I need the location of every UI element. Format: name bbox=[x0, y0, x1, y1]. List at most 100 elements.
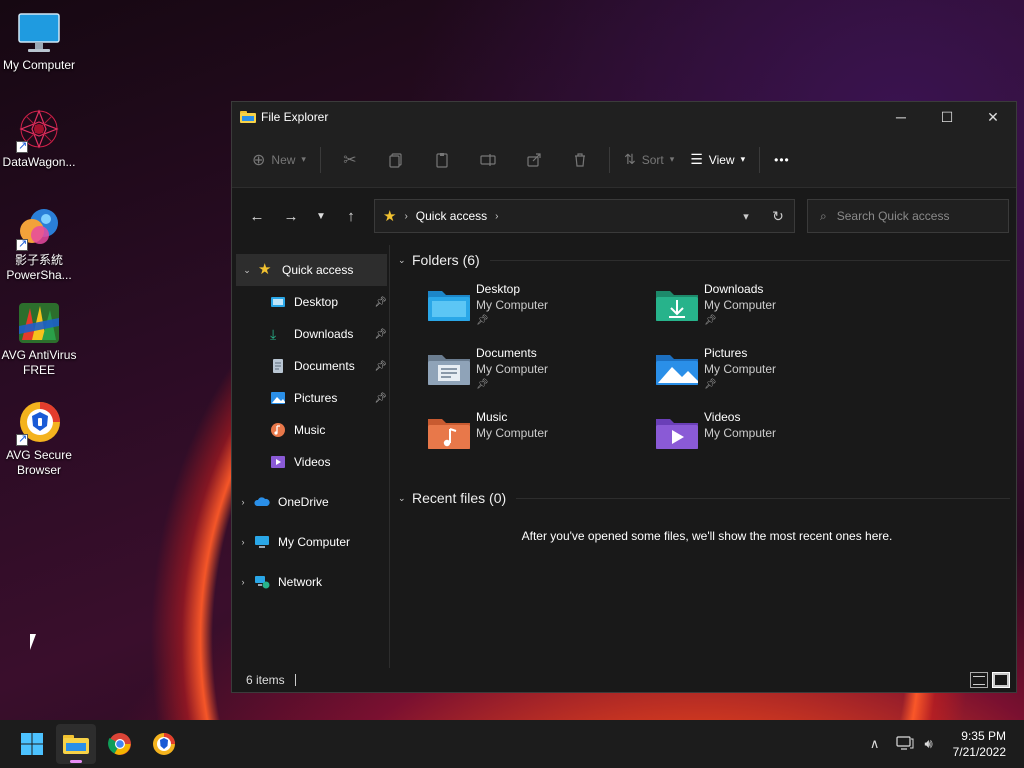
view-button[interactable]: ☰ View ▾ bbox=[682, 144, 753, 176]
search-input[interactable] bbox=[836, 209, 987, 223]
document-icon bbox=[270, 358, 286, 374]
sidebar-item-pictures[interactable]: Pictures 📌︎ bbox=[232, 382, 389, 414]
sidebar-item-network[interactable]: › Network bbox=[232, 566, 389, 598]
start-button[interactable] bbox=[12, 724, 52, 764]
rename-button[interactable] bbox=[465, 144, 511, 176]
clock-time: 9:35 PM bbox=[961, 729, 1006, 743]
picture-icon bbox=[270, 390, 286, 406]
chevron-right-icon[interactable]: › bbox=[232, 497, 254, 507]
copy-button[interactable] bbox=[373, 144, 419, 176]
desktop-icon-avg-browser[interactable]: AVG Secure Browser bbox=[0, 400, 78, 478]
see-more-button[interactable]: ••• bbox=[766, 144, 798, 176]
toolbar-separator bbox=[759, 146, 761, 173]
folder-location: My Computer bbox=[704, 298, 777, 312]
folder-name: Desktop bbox=[476, 282, 521, 296]
volume-icon[interactable]: 🔊︎ bbox=[917, 736, 941, 752]
minimize-button[interactable]: ─ bbox=[878, 102, 924, 132]
sort-icon: ⇅ bbox=[623, 151, 636, 167]
desktop-icon-my-computer[interactable]: My Computer bbox=[0, 10, 78, 73]
toolbar-separator bbox=[608, 146, 610, 173]
close-button[interactable]: ✕ bbox=[970, 102, 1016, 132]
taskbar-clock[interactable]: 9:35 PM 7/21/2022 bbox=[953, 728, 1006, 760]
chevron-right-icon[interactable]: › bbox=[495, 211, 498, 222]
documents-folder-icon bbox=[426, 349, 472, 389]
folder-tile-documents[interactable]: Documents My Computer 📌︎ bbox=[426, 341, 654, 405]
pin-icon: 📌︎ bbox=[704, 315, 717, 326]
sort-button[interactable]: ⇅ Sort ▾ bbox=[616, 144, 682, 176]
large-icons-view-button[interactable] bbox=[992, 672, 1010, 688]
share-button[interactable] bbox=[511, 144, 557, 176]
status-bar: 6 items bbox=[232, 668, 1016, 692]
folder-name: Documents bbox=[476, 346, 537, 360]
folders-grid: Desktop My Computer 📌︎ Downloads My Comp… bbox=[426, 277, 1016, 469]
network-status-icon[interactable] bbox=[893, 735, 917, 754]
folders-section-header[interactable]: ⌄ Folders (6) bbox=[398, 245, 1016, 275]
desktop-icon-avg-antivirus[interactable]: AVG AntiVirus FREE bbox=[0, 300, 78, 378]
datawagon-icon bbox=[16, 107, 62, 153]
refresh-button[interactable]: ↻ bbox=[762, 208, 794, 225]
back-button[interactable]: ← bbox=[240, 201, 274, 231]
system-tray: ∧ 🔊︎ 9:35 PM 7/21/2022 bbox=[863, 720, 1024, 768]
taskbar: ∧ 🔊︎ 9:35 PM 7/21/2022 bbox=[0, 720, 1024, 768]
taskbar-file-explorer[interactable] bbox=[56, 724, 96, 764]
paste-button[interactable] bbox=[419, 144, 465, 176]
chevron-right-icon[interactable]: › bbox=[232, 577, 254, 587]
sidebar-item-downloads[interactable]: ⤓ Downloads 📌︎ bbox=[232, 318, 389, 350]
details-view-button[interactable] bbox=[970, 672, 988, 688]
folder-tile-music[interactable]: Music My Computer bbox=[426, 405, 654, 469]
folder-location: My Computer bbox=[476, 362, 549, 376]
pin-icon: 📌︎ bbox=[374, 360, 387, 372]
sidebar-item-desktop[interactable]: Desktop 📌︎ bbox=[232, 286, 389, 318]
taskbar-avg-browser[interactable] bbox=[144, 724, 184, 764]
sidebar-item-quick-access[interactable]: ⌄ ★ Quick access bbox=[236, 254, 387, 286]
mouse-cursor-icon bbox=[30, 634, 42, 650]
sidebar-item-my-computer[interactable]: › My Computer bbox=[232, 526, 389, 558]
sidebar-item-onedrive[interactable]: › OneDrive bbox=[232, 486, 389, 518]
file-explorer-icon bbox=[63, 735, 89, 754]
folders-section-title: Folders (6) bbox=[412, 252, 480, 268]
desktop-icon-datawagon[interactable]: DataWagon... bbox=[0, 107, 78, 170]
sidebar-item-music[interactable]: Music bbox=[232, 414, 389, 446]
share-icon bbox=[527, 152, 541, 167]
recent-section-header[interactable]: ⌄ Recent files (0) bbox=[398, 483, 1016, 513]
navigation-pane: ⌄ ★ Quick access Desktop 📌︎ ⤓ Downloads … bbox=[232, 245, 390, 668]
folder-tile-videos[interactable]: Videos My Computer bbox=[654, 405, 882, 469]
desktop-icon-powershadow[interactable]: 影子系統 PowerSha... bbox=[0, 205, 78, 283]
folder-tile-desktop[interactable]: Desktop My Computer 📌︎ bbox=[426, 277, 654, 341]
address-history-button[interactable]: ▾ bbox=[730, 210, 762, 223]
delete-button[interactable] bbox=[557, 144, 603, 176]
sidebar-item-label: Downloads bbox=[294, 327, 354, 341]
desktop-icon-label: My Computer bbox=[2, 58, 76, 72]
search-box[interactable]: ⌕ bbox=[807, 199, 1009, 233]
sidebar-item-documents[interactable]: Documents 📌︎ bbox=[232, 350, 389, 382]
show-hidden-icons-button[interactable]: ∧ bbox=[863, 736, 887, 752]
download-folder-icon bbox=[654, 285, 700, 325]
taskbar-chrome[interactable] bbox=[100, 724, 140, 764]
up-button[interactable]: ↑ bbox=[334, 201, 368, 231]
maximize-button[interactable]: ☐ bbox=[924, 102, 970, 132]
pin-icon: 📌︎ bbox=[476, 379, 489, 390]
chevron-down-icon: ▾ bbox=[740, 154, 746, 164]
chevron-right-icon[interactable]: › bbox=[232, 537, 254, 547]
folder-location: My Computer bbox=[704, 426, 777, 440]
address-bar[interactable]: ★ › Quick access › ▾ ↻ bbox=[374, 199, 795, 233]
item-count: 6 items bbox=[246, 673, 285, 687]
recent-locations-button[interactable]: ▼ bbox=[308, 201, 334, 231]
video-icon bbox=[270, 454, 286, 470]
folder-tile-pictures[interactable]: Pictures My Computer 📌︎ bbox=[654, 341, 882, 405]
chevron-down-icon[interactable]: ⌄ bbox=[236, 265, 258, 276]
cut-button[interactable]: ✂ bbox=[327, 144, 373, 176]
desktop-icon-label: AVG AntiVirus FREE bbox=[1, 348, 77, 377]
forward-button[interactable]: → bbox=[274, 201, 308, 231]
title-bar[interactable]: File Explorer ─ ☐ ✕ bbox=[232, 102, 1016, 132]
new-button[interactable]: ⊕ New ▾ bbox=[244, 144, 314, 176]
sidebar-item-videos[interactable]: Videos bbox=[232, 446, 389, 478]
content-pane: ⌄ Folders (6) Desktop My Computer 📌︎ Dow… bbox=[390, 245, 1016, 668]
sidebar-item-label: Quick access bbox=[282, 263, 354, 277]
folder-location: My Computer bbox=[476, 298, 549, 312]
folder-tile-downloads[interactable]: Downloads My Computer 📌︎ bbox=[654, 277, 882, 341]
command-bar: ⊕ New ▾ ✂ ⇅ Sort ▾ ☰ View ▾ ••• bbox=[232, 132, 1016, 188]
chevron-down-icon: ▾ bbox=[669, 154, 675, 164]
breadcrumb-quick-access[interactable]: Quick access bbox=[416, 209, 487, 223]
windows-logo-icon bbox=[21, 733, 43, 755]
